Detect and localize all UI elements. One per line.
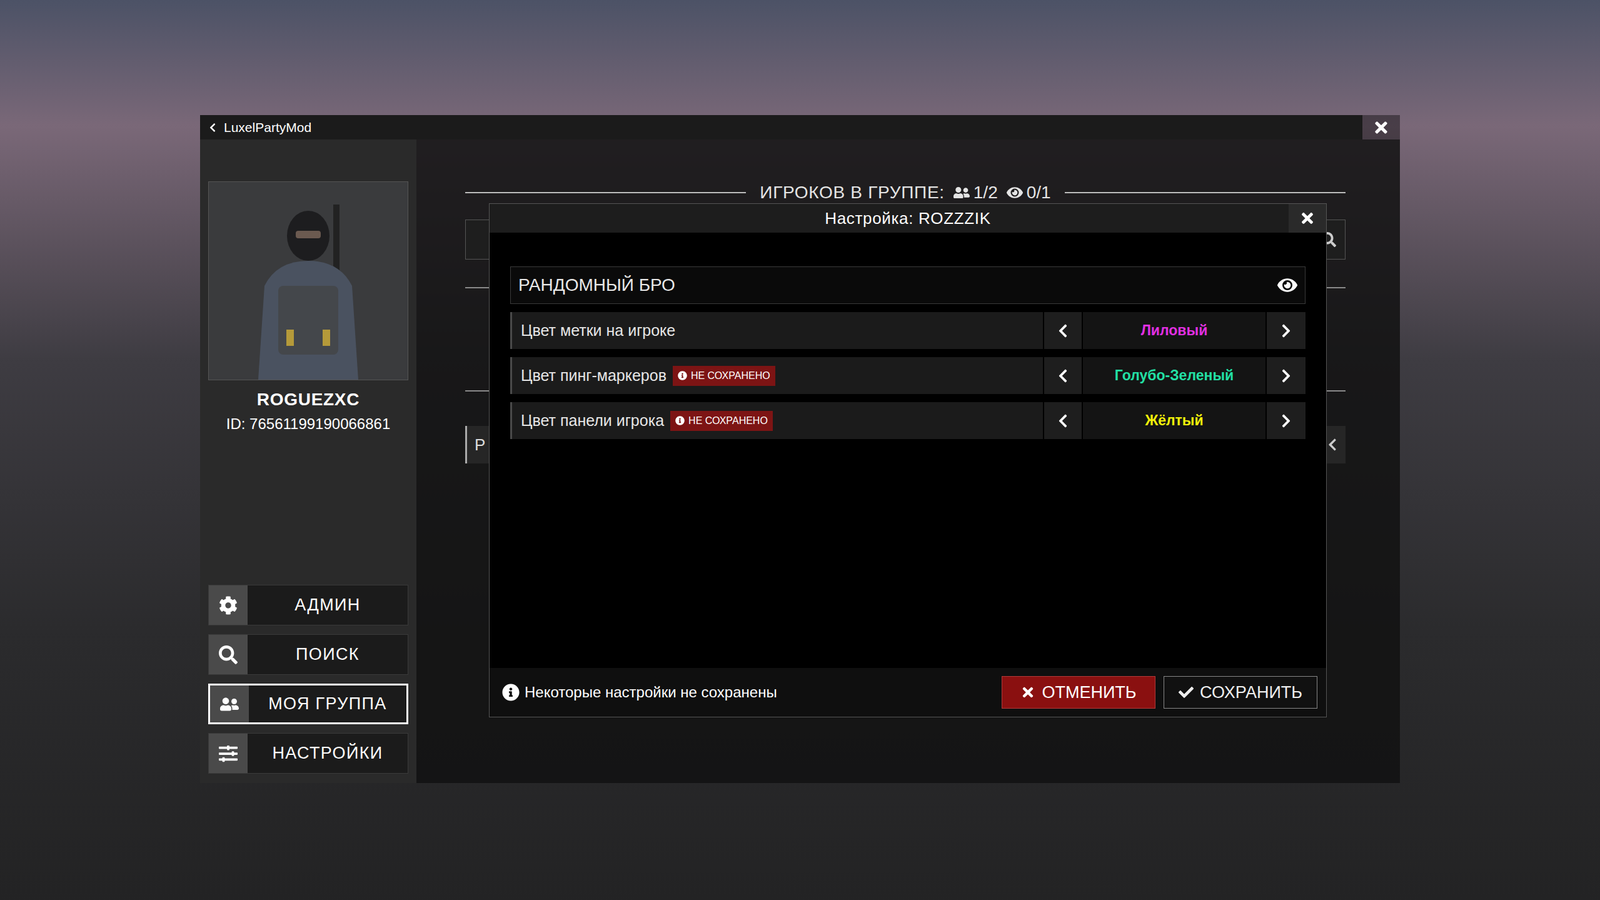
- footer-buttons: ОТМЕНИТЬСОХРАНИТЬ: [1001, 675, 1318, 709]
- window: LuxelPartyModROGUEZXCID: 765611991900668…: [200, 115, 1400, 783]
- group-heading-text: ИГРОКОВ В ГРУППЕ:: [759, 179, 945, 206]
- setting-value: Голубо-Зеленый: [1082, 357, 1266, 394]
- menu-item[interactable]: ПОИСК: [208, 633, 409, 675]
- menu-label: АДМИН: [247, 585, 408, 625]
- setting-label-text: Цвет панели игрока: [520, 408, 665, 433]
- spectators-count: 0/1: [1006, 179, 1052, 206]
- group-heading: ИГРОКОВ В ГРУППЕ:1/20/1: [465, 183, 1346, 202]
- profile-name: ROGUEZXC: [208, 386, 409, 413]
- footer-note: Некоторые настройки не сохранены: [502, 680, 778, 704]
- menu-icon-box: [208, 585, 248, 625]
- chevron-right-icon: [1278, 323, 1294, 339]
- sidebar: ROGUEZXCID: 76561199190066861 АДМИН ПОИСК М…: [200, 139, 417, 783]
- group-row-text: Р: [474, 432, 486, 458]
- info-icon: [675, 415, 685, 426]
- setting-value: Лиловый: [1082, 311, 1266, 349]
- nickname-text: РАНДОМНЫЙ БРО: [518, 271, 676, 299]
- spacer: [489, 203, 528, 233]
- cancel-button[interactable]: ОТМЕНИТЬ: [1001, 675, 1156, 709]
- menu-icon-box: [210, 685, 249, 723]
- menu: АДМИН ПОИСК МОЯ ГРУППА НАСТРОЙКИ: [208, 584, 409, 774]
- menu-icon-box: [208, 634, 248, 675]
- setting-label: Цвет метки на игроке: [510, 311, 1043, 349]
- next-button[interactable]: [1266, 402, 1306, 439]
- eye-icon: [1006, 184, 1023, 201]
- settings-dialog: Настройка: ROZZZIK РАНДОМНЫЙ БРО Цвет метк…: [488, 203, 1327, 718]
- dialog-close-button[interactable]: [1288, 203, 1327, 233]
- setting-label-text: Цвет пинг-маркеров: [520, 363, 667, 388]
- dialog-title: Настройка: ROZZZIK: [527, 203, 1289, 233]
- sliders-icon: [218, 744, 238, 763]
- users-icon: [953, 184, 970, 201]
- setting-row: Цвет метки на игроке Лиловый: [510, 311, 1306, 349]
- next-button[interactable]: [1266, 311, 1306, 349]
- window-close-button[interactable]: [1362, 115, 1400, 140]
- menu-label: МОЯ ГРУППА: [248, 685, 407, 723]
- dialog-footer: Некоторые настройки не сохранены ОТМЕНИТЬ…: [489, 667, 1327, 717]
- unsaved-badge: НЕ СОХРАНЕНО: [670, 410, 773, 431]
- window-top: LuxelPartyMod: [200, 115, 1400, 140]
- menu-item[interactable]: НАСТРОЙКИ: [208, 732, 409, 774]
- setting-label: Цвет панели игрокаНЕ СОХРАНЕНО: [510, 402, 1043, 439]
- users-icon: [220, 694, 239, 714]
- gear-icon: [218, 595, 238, 615]
- x-icon: [1020, 684, 1036, 700]
- screen: LuxelPartyModROGUEZXCID: 765611991900668…: [0, 0, 1600, 900]
- previous-button[interactable]: [1044, 402, 1082, 439]
- menu-label: НАСТРОЙКИ: [247, 733, 408, 773]
- eye-icon[interactable]: [1277, 275, 1298, 296]
- menu-item[interactable]: АДМИН: [208, 584, 409, 626]
- divider: [465, 191, 746, 194]
- dialog-title-bar: Настройка: ROZZZIK: [489, 203, 1327, 233]
- chevron-left-icon: [1055, 413, 1071, 429]
- title-bar: LuxelPartyMod: [200, 115, 1363, 140]
- nickname-field[interactable]: РАНДОМНЫЙ БРО: [510, 266, 1306, 304]
- chevron-left-icon: [1055, 368, 1071, 384]
- menu-icon-box: [208, 733, 248, 773]
- previous-button[interactable]: [1044, 311, 1082, 349]
- menu-label: ПОИСК: [247, 634, 408, 675]
- window-title: LuxelPartyMod: [223, 117, 312, 138]
- setting-label: Цвет пинг-маркеровНЕ СОХРАНЕНО: [510, 357, 1043, 394]
- menu-item[interactable]: МОЯ ГРУППА: [208, 683, 409, 725]
- setting-row: Цвет панели игрокаНЕ СОХРАНЕНО Жёлтый: [510, 402, 1306, 439]
- group-counts: ИГРОКОВ В ГРУППЕ: 1/2 0/1: [759, 179, 1051, 206]
- back-icon[interactable]: [207, 122, 218, 133]
- setting-value: Жёлтый: [1082, 402, 1266, 439]
- avatar: [208, 181, 409, 381]
- chevron-right-icon: [1278, 413, 1294, 429]
- search-icon: [218, 645, 238, 665]
- next-button[interactable]: [1266, 357, 1306, 394]
- save-button[interactable]: СОХРАНИТЬ: [1163, 675, 1318, 709]
- chevron-left-icon[interactable]: [1325, 437, 1340, 452]
- setting-label-text: Цвет метки на игроке: [520, 318, 676, 343]
- members-count: 1/2: [953, 179, 998, 206]
- previous-button[interactable]: [1044, 357, 1082, 394]
- close-icon: [1299, 210, 1316, 227]
- divider: [1064, 191, 1346, 194]
- chevron-right-icon: [1278, 368, 1294, 384]
- info-icon: [502, 683, 520, 701]
- close-icon[interactable]: [1372, 118, 1390, 137]
- setting-row: Цвет пинг-маркеровНЕ СОХРАНЕНО Голубо-Зел…: [510, 357, 1306, 394]
- dialog-body: РАНДОМНЫЙ БРО Цвет метки на игроке Лиловый…: [489, 232, 1327, 668]
- info-icon: [677, 370, 688, 381]
- unsaved-badge: НЕ СОХРАНЕНО: [672, 365, 776, 386]
- chevron-left-icon: [1055, 323, 1071, 339]
- check-icon: [1178, 684, 1194, 700]
- profile-id: ID: 76561199190066861: [208, 412, 409, 436]
- character-icon: [239, 191, 378, 380]
